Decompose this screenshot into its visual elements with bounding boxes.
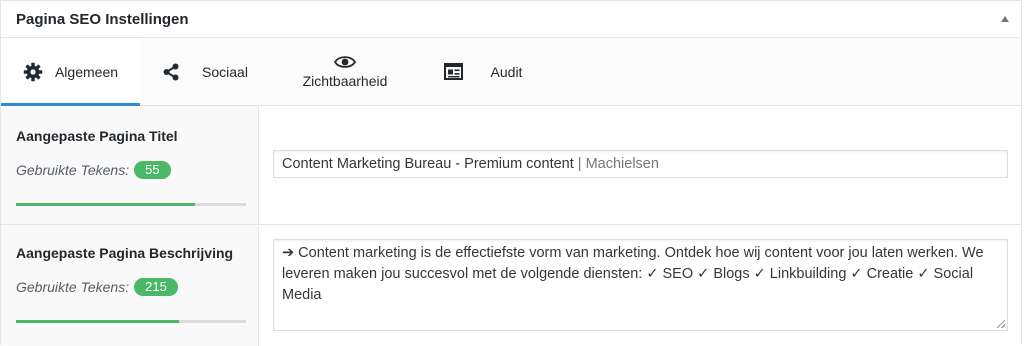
description-char-counter: Gebruikte Tekens: 215 xyxy=(16,278,246,296)
title-setting-label-cell: Aangepaste Pagina Titel Gebruikte Tekens… xyxy=(1,106,259,224)
tab-audit[interactable]: Audit xyxy=(420,38,546,105)
title-char-counter: Gebruikte Tekens: 55 xyxy=(16,161,246,179)
description-setting-field-cell: ➔ Content marketing is de effectiefste v… xyxy=(259,225,1021,346)
title-setting-label: Aangepaste Pagina Titel xyxy=(16,128,178,144)
title-length-meter xyxy=(16,203,246,206)
tab-label: Zichtbaarheid xyxy=(302,72,388,89)
description-textarea-value: ➔ Content marketing is de effectiefste v… xyxy=(282,245,984,303)
counter-label: Gebruikte Tekens: xyxy=(16,279,130,295)
counter-label: Gebruikte Tekens: xyxy=(16,162,130,178)
title-setting-field-cell: Content Marketing Bureau - Premium conte… xyxy=(259,106,1021,224)
description-setting-label: Aangepaste Pagina Beschrijving xyxy=(16,245,234,261)
title-setting-row: Aangepaste Pagina Titel Gebruikte Tekens… xyxy=(1,106,1021,225)
tab-label: Algemeen xyxy=(54,63,119,80)
tab-zichtbaarheid[interactable]: Zichtbaarheid xyxy=(270,38,420,105)
audit-icon xyxy=(443,63,463,80)
settings-rows: Aangepaste Pagina Titel Gebruikte Tekens… xyxy=(1,106,1021,346)
panel-title: Pagina SEO Instellingen xyxy=(16,10,189,28)
share-icon xyxy=(162,63,180,81)
eye-icon xyxy=(333,55,356,69)
tab-sociaal[interactable]: Sociaal xyxy=(140,38,270,105)
tab-label: Sociaal xyxy=(202,63,248,80)
title-char-count-badge: 55 xyxy=(134,161,171,179)
title-input[interactable]: Content Marketing Bureau - Premium conte… xyxy=(273,150,1008,178)
description-textarea[interactable]: ➔ Content marketing is de effectiefste v… xyxy=(273,239,1008,331)
tab-algemeen[interactable]: Algemeen xyxy=(1,38,140,106)
gear-icon xyxy=(23,62,43,82)
tab-label: Audit xyxy=(490,63,523,80)
tab-bar: Algemeen Sociaal Zichtbaarheid Audit xyxy=(1,38,1021,106)
description-length-meter-fill xyxy=(16,320,180,323)
description-char-count-badge: 215 xyxy=(134,278,178,296)
title-length-meter-fill xyxy=(16,203,196,206)
panel-header[interactable]: Pagina SEO Instellingen xyxy=(1,1,1021,38)
description-setting-label-cell: Aangepaste Pagina Beschrijving Gebruikte… xyxy=(1,225,259,346)
description-setting-row: Aangepaste Pagina Beschrijving Gebruikte… xyxy=(1,225,1021,346)
seo-settings-panel: Pagina SEO Instellingen Algemeen Sociaal… xyxy=(0,0,1022,346)
collapse-arrow-icon[interactable] xyxy=(1001,16,1009,22)
resize-handle-icon[interactable] xyxy=(997,320,1005,328)
description-length-meter xyxy=(16,320,246,323)
title-input-suffix: | Machielsen xyxy=(573,156,659,172)
title-input-value: Content Marketing Bureau - Premium conte… xyxy=(282,156,574,172)
